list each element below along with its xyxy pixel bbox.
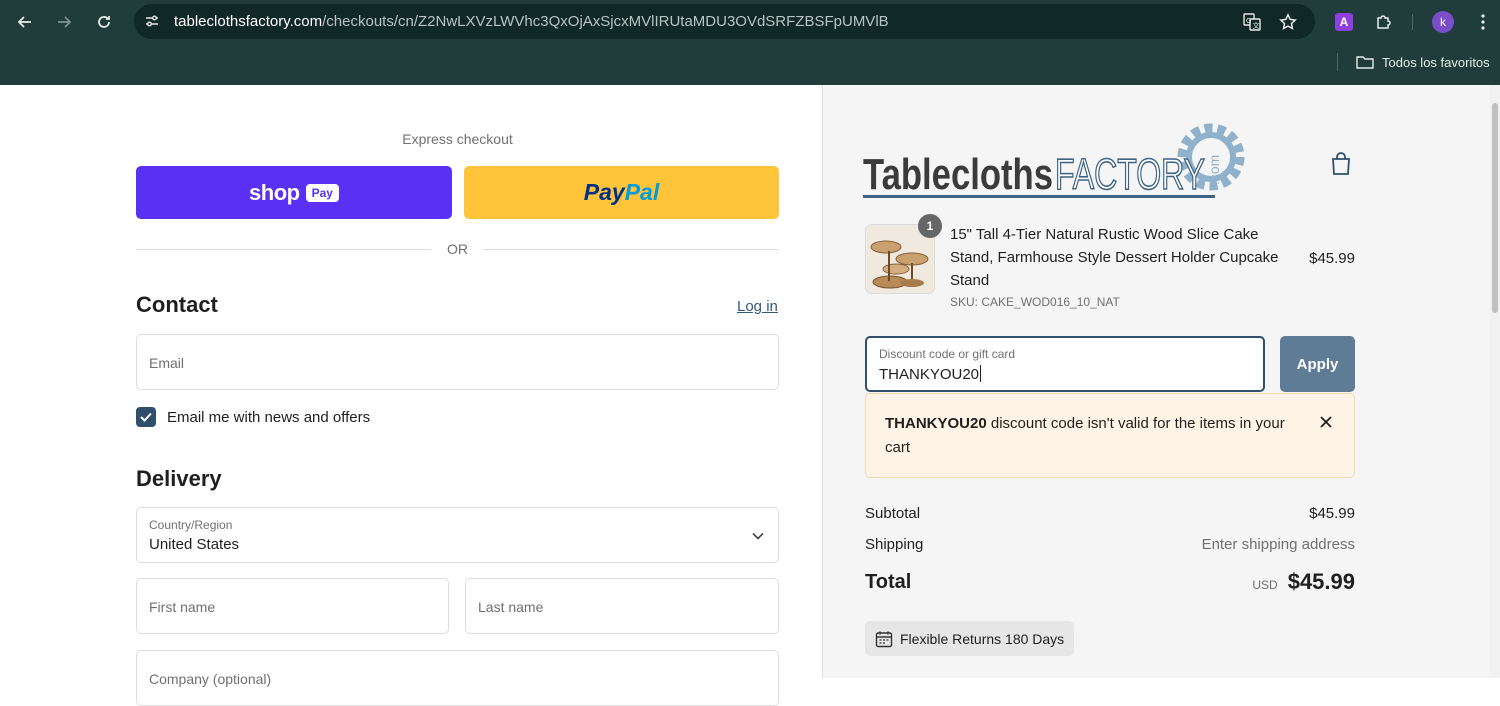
total-row: Total USD $45.99 [865,569,1355,599]
express-checkout-label: Express checkout [402,131,513,147]
paypal-word-1: Pay [583,179,625,205]
product-sku: SKU: CAKE_WOD016_10_NAT [950,295,1120,309]
text-caret [980,365,982,382]
bookmark-star-icon[interactable] [1277,11,1299,33]
shop-pay-badge: Pay [305,183,339,202]
discount-code-label: Discount code or gift card [879,347,1016,361]
newsletter-checkbox[interactable] [136,407,156,427]
extensions-puzzle-icon[interactable] [1372,10,1396,34]
total-label: Total [865,571,912,593]
shop-pay-button[interactable]: shop Pay [136,166,452,219]
chevron-down-icon [752,529,764,543]
apply-discount-button[interactable]: Apply [1280,336,1355,392]
checkout-page: Express checkout shop Pay Pay Pal OR Cont… [0,85,1500,706]
email-field[interactable]: Email [136,334,779,390]
bookmarks-divider [1337,53,1338,71]
product-thumbnail: 1 [865,214,942,294]
returns-badge: Flexible Returns 180 Days [865,621,1075,656]
bookmarks-all-folder[interactable]: Todos los favoritos [1356,53,1490,71]
forward-arrow-icon[interactable] [51,9,77,35]
error-code: THANKYOU20 [885,415,987,432]
browser-toolbar: tableclothsfactory.com/checkouts/cn/Z2Nw… [0,0,1500,85]
order-summary-column: Tablecloths FACTORY .com 1 15" Tall 4-Ti… [822,85,1490,678]
paypal-button[interactable]: Pay Pal [464,166,779,219]
discount-code-value: THANKYOU20 [879,365,982,383]
logo-word-2: FACTORY [1055,150,1205,199]
discount-error-banner: THANKYOU20 discount code isn't valid for… [865,393,1355,478]
newsletter-label: Email me with news and offers [167,408,371,426]
url-path: /checkouts/cn/Z2NwLXVzLWVhc3QxOjAxSjcxMV… [322,13,889,30]
logo-word-1: Tablecloths [863,150,1053,199]
country-value: United States [149,536,240,553]
first-name-placeholder: First name [149,599,216,615]
calendar-icon [875,631,893,647]
close-icon[interactable] [1316,412,1336,432]
subtotal-label: Subtotal [865,505,921,522]
checkmark-icon [140,412,152,422]
translate-icon[interactable]: G文 [1241,11,1263,33]
url-host: tableclothsfactory.com [174,13,323,30]
profile-avatar[interactable]: k [1431,10,1455,34]
quantity-badge: 1 [918,214,942,238]
address-bar[interactable]: tableclothsfactory.com/checkouts/cn/Z2Nw… [134,4,1315,39]
product-title: 15" Tall 4-Tier Natural Rustic Wood Slic… [950,226,1279,289]
newsletter-option[interactable]: Email me with news and offers [136,407,370,427]
tableclothsfactory-logo[interactable]: Tablecloths FACTORY .com [863,123,1253,203]
toolbar-divider [1412,14,1413,30]
or-divider: OR [136,241,779,257]
discount-code-text: THANKYOU20 [879,366,980,383]
returns-label: Flexible Returns 180 Days [900,630,1065,647]
country-label: Country/Region [149,518,233,532]
discount-error-text: THANKYOU20 discount code isn't valid for… [885,412,1285,460]
product-price: $45.99 [1309,250,1355,267]
shipping-value: Enter shipping address [1201,536,1355,553]
subtotal-value: $45.99 [1309,505,1355,522]
discount-code-field[interactable]: Discount code or gift card THANKYOU20 [865,336,1265,392]
email-placeholder: Email [149,355,185,371]
kebab-menu-icon[interactable] [1471,10,1495,34]
country-select[interactable]: Country/Region United States [136,507,779,563]
shop-pay-word: shop [249,179,300,205]
first-name-field[interactable]: First name [136,578,449,634]
url-text: tableclothsfactory.com/checkouts/cn/Z2Nw… [174,13,889,30]
checkout-form-column: Express checkout shop Pay Pay Pal OR Cont… [0,85,822,706]
currency-code: USD [1252,578,1278,592]
svg-text:G: G [1246,17,1251,25]
last-name-field[interactable]: Last name [465,578,779,634]
or-label: OR [447,241,468,257]
subtotal-row: Subtotal $45.99 [865,505,1355,522]
total-amount: $45.99 [1287,569,1355,594]
page-scrollbar[interactable] [1490,85,1500,678]
last-name-placeholder: Last name [478,599,544,615]
company-placeholder: Company (optional) [149,671,272,687]
log-in-link[interactable]: Log in [737,298,778,315]
delivery-heading: Delivery [136,466,222,491]
back-arrow-icon[interactable] [12,9,38,35]
reload-icon[interactable] [91,9,117,35]
shipping-label: Shipping [865,536,924,553]
scrollbar-thumb[interactable] [1492,103,1498,313]
contact-heading: Contact [136,292,218,317]
folder-icon [1356,56,1374,69]
shopping-bag-icon[interactable] [1330,152,1352,176]
company-field[interactable]: Company (optional) [136,650,779,706]
extension-a-icon[interactable]: A [1332,10,1356,34]
site-settings-icon[interactable] [142,11,162,31]
paypal-word-2: Pal [624,179,660,205]
svg-text:文: 文 [1253,21,1260,30]
logo-suffix: .com [1206,155,1222,185]
bookmarks-folder-label: Todos los favoritos [1382,54,1490,70]
total-amount-group: USD $45.99 [1252,569,1355,595]
shipping-row: Shipping Enter shipping address [865,536,1355,553]
